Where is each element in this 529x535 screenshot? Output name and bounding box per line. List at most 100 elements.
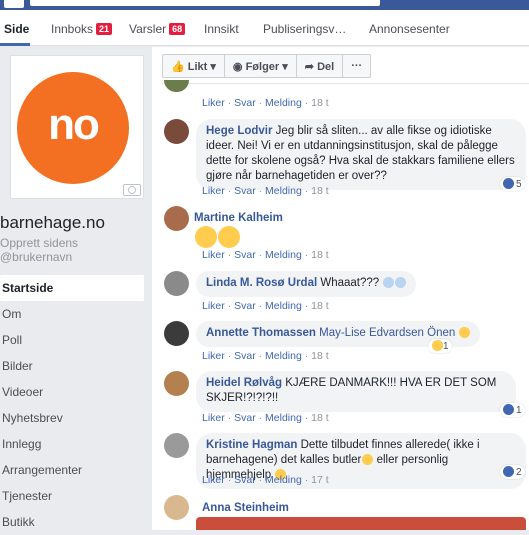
reply-link[interactable]: Svar	[234, 185, 256, 197]
scream-emoji-icon	[383, 277, 395, 288]
like-page-button[interactable]: 👍 Likt ▾	[163, 55, 225, 77]
comment-author[interactable]: Kristine Hagman	[206, 439, 297, 451]
comment-bubble: Hege Lodvir Jeg blir så sliten... av all…	[196, 119, 526, 190]
reply-link[interactable]: Svar	[234, 300, 256, 312]
camera-icon[interactable]	[123, 184, 141, 196]
avatar[interactable]	[164, 271, 189, 296]
comment-text: Whaaat???	[320, 277, 380, 289]
comment-author[interactable]: Annette Thomassen	[206, 327, 316, 339]
laughing-emoji-icon	[459, 327, 471, 338]
reply-link[interactable]: Svar	[234, 412, 256, 424]
avatar[interactable]	[164, 119, 189, 144]
reply-link[interactable]: Svar	[234, 97, 256, 109]
scream-emoji-icon	[395, 277, 407, 288]
left-column: no barnehage.no Opprett sidens @brukerna…	[0, 47, 152, 530]
more-options-button[interactable]: ···	[343, 55, 370, 77]
tab-side[interactable]: Side	[4, 22, 29, 36]
like-link[interactable]: Liker	[202, 185, 225, 197]
comment-meta: Liker · Svar · Melding · 18 t	[202, 412, 329, 424]
username-handle[interactable]: @brukernavn	[0, 250, 72, 264]
comment-time[interactable]: 18 t	[311, 249, 329, 261]
comment-author[interactable]: Hege Lodvir	[206, 125, 272, 137]
innboks-badge: 21	[96, 23, 113, 35]
avatar[interactable]	[164, 495, 189, 520]
avatar[interactable]	[164, 321, 189, 346]
tab-varsler[interactable]: Varsler 68	[129, 22, 186, 36]
laughing-emoji-icon	[218, 226, 240, 248]
like-reaction-icon	[503, 178, 514, 189]
comment-time[interactable]: 18 t	[311, 185, 329, 197]
like-link[interactable]: Liker	[202, 249, 225, 261]
laughing-emoji-icon	[362, 454, 374, 465]
active-tab-indicator	[0, 43, 30, 46]
laughing-reaction-icon	[432, 340, 443, 351]
comment-author[interactable]: Martine Kalheim	[194, 212, 283, 224]
like-link[interactable]: Liker	[202, 350, 225, 362]
share-page-button[interactable]: ➦ Del	[297, 55, 344, 77]
rss-icon: ◉	[232, 61, 243, 73]
comment-bubble: Anna Steinheim	[202, 495, 289, 516]
reaction-count[interactable]: 2	[500, 465, 525, 479]
mentioned-user[interactable]: May-Lise Edvardsen Önen	[319, 327, 455, 339]
create-username-link[interactable]: Opprett sidens	[0, 236, 78, 250]
comment-author[interactable]: Heidel Rølvåg	[206, 377, 282, 389]
reply-link[interactable]: Svar	[234, 350, 256, 362]
reaction-count[interactable]: 1	[500, 403, 525, 417]
comment-meta: Liker · Svar · Melding · 18 t	[202, 249, 329, 261]
like-link[interactable]: Liker	[202, 300, 225, 312]
message-link[interactable]: Melding	[265, 185, 302, 197]
sidebar-item-poll[interactable]: Poll	[0, 327, 150, 353]
sidebar-menu: Startside Om Poll Bilder Videoer Nyhetsb…	[0, 275, 150, 535]
sidebar-item-bilder[interactable]: Bilder	[0, 353, 150, 379]
message-link[interactable]: Melding	[265, 350, 302, 362]
comment-time[interactable]: 18 t	[311, 350, 329, 362]
tab-annonsesenter[interactable]: Annonsesenter	[369, 22, 450, 36]
top-bar	[0, 0, 529, 10]
profile-picture[interactable]: no	[10, 55, 144, 199]
search-input[interactable]	[30, 0, 380, 6]
comment-meta: Liker · Svar · Melding · 18 t	[202, 97, 329, 109]
message-link[interactable]: Melding	[265, 249, 302, 261]
sidebar-item-nyhetsbrev[interactable]: Nyhetsbrev	[0, 405, 150, 431]
avatar[interactable]	[164, 206, 189, 231]
sidebar-item-om[interactable]: Om	[0, 301, 150, 327]
message-link[interactable]: Melding	[265, 300, 302, 312]
message-link[interactable]: Melding	[265, 474, 302, 486]
sidebar-item-startside[interactable]: Startside	[0, 275, 144, 301]
like-link[interactable]: Liker	[202, 412, 225, 424]
tab-publiseringsverktoy[interactable]: Publiseringsv…	[263, 22, 346, 36]
comment-image[interactable]	[196, 517, 526, 530]
page-action-bar: 👍 Likt ▾ ◉ Følger ▾ ➦ Del ···	[162, 54, 372, 78]
comment-meta: Liker · Svar · Melding · 18 t	[202, 300, 329, 312]
sidebar-item-butikk[interactable]: Butikk	[0, 509, 150, 535]
comment-time[interactable]: 18 t	[311, 300, 329, 312]
avatar[interactable]	[164, 433, 189, 458]
message-link[interactable]: Melding	[265, 412, 302, 424]
avatar[interactable]	[164, 371, 189, 396]
comment-author[interactable]: Anna Steinheim	[202, 502, 289, 514]
comment-time[interactable]: 18 t	[311, 412, 329, 424]
sidebar-item-videoer[interactable]: Videoer	[0, 379, 150, 405]
like-link[interactable]: Liker	[202, 474, 225, 486]
like-link[interactable]: Liker	[202, 97, 225, 109]
sidebar-item-innlegg[interactable]: Innlegg	[0, 431, 150, 457]
reaction-count[interactable]: 1	[428, 339, 452, 353]
page-tabs: Side Innboks 21 Varsler 68 Innsikt Publise…	[0, 10, 529, 46]
barnehage-logo: no	[17, 72, 129, 184]
tab-innsikt[interactable]: Innsikt	[204, 22, 239, 36]
reaction-count[interactable]: 5	[500, 177, 525, 191]
message-link[interactable]: Melding	[265, 97, 302, 109]
comment-author[interactable]: Linda M. Rosø Urdal	[206, 277, 317, 289]
reply-link[interactable]: Svar	[234, 474, 256, 486]
tab-innboks[interactable]: Innboks 21	[51, 22, 113, 36]
follow-page-button[interactable]: ◉ Følger ▾	[225, 55, 297, 77]
sidebar-item-arrangementer[interactable]: Arrangementer	[0, 457, 150, 483]
avatar[interactable]	[164, 80, 189, 92]
comment-time[interactable]: 18 t	[311, 97, 329, 109]
facebook-logo-icon[interactable]	[4, 0, 24, 8]
laughing-emoji-icon	[195, 226, 217, 248]
sidebar-item-tjenester[interactable]: Tjenester	[0, 483, 150, 509]
comment-time[interactable]: 17 t	[311, 474, 329, 486]
reply-link[interactable]: Svar	[234, 249, 256, 261]
comment-meta: Liker · Svar · Melding · 18 t	[202, 185, 329, 197]
